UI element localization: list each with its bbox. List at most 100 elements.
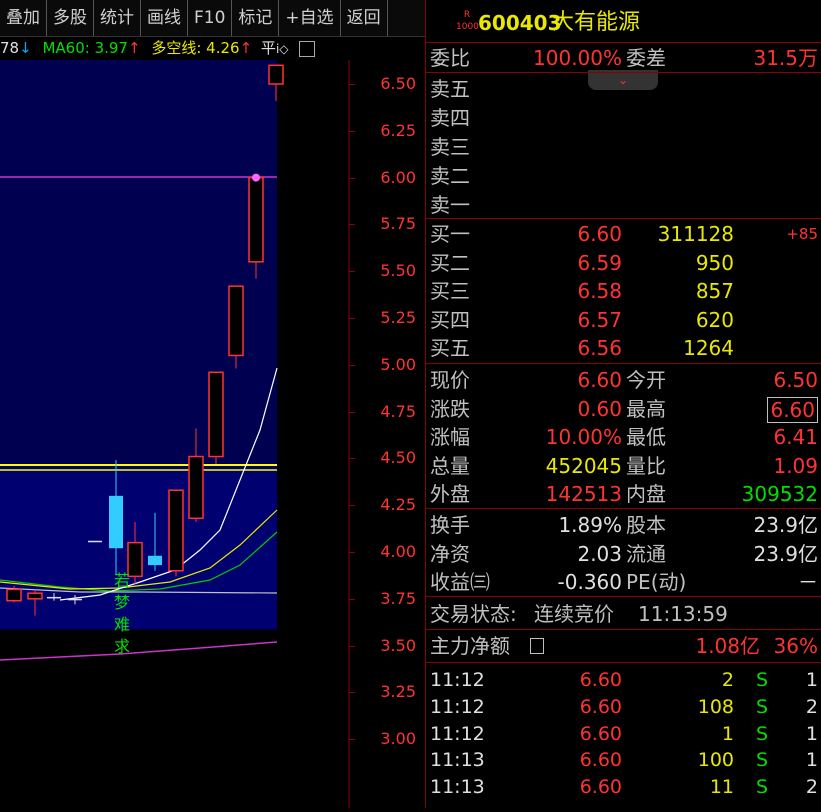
candle-body: [228, 285, 244, 357]
draw-line-button[interactable]: 画线: [141, 0, 188, 36]
price-tick-label: 5.25: [380, 308, 416, 327]
tick-price: 6.60: [579, 776, 622, 799]
price-tick-mark: [349, 84, 355, 85]
tick-price: 6.60: [579, 749, 622, 772]
price-tick-mark: [349, 692, 355, 694]
stock-name: 大有能源: [552, 10, 641, 35]
sell-level-label: 卖三: [430, 135, 470, 159]
multi-stock-button[interactable]: 多股: [47, 0, 94, 36]
tick-volume: 108: [697, 695, 734, 718]
quote-label: 内盘: [626, 482, 666, 507]
up-arrow-icon: ↑: [239, 39, 253, 57]
price-tick-label: 3.50: [380, 635, 416, 655]
fund-label: 收益㈢: [430, 570, 490, 595]
price-tick-label: 4.50: [380, 448, 416, 468]
buy-level-volume: 620: [695, 307, 734, 332]
buy-level-change: +85: [786, 225, 818, 243]
tick-side: S: [756, 669, 769, 691]
tick-count: 1: [805, 669, 818, 691]
buy-level-label: 买五: [430, 336, 470, 361]
high-marker: [252, 173, 260, 182]
annotation-text: 若 梦 难 求: [114, 571, 131, 656]
window-toggle-icon[interactable]: [299, 40, 316, 57]
price-tick-mark: [349, 224, 355, 226]
overlay-button[interactable]: 叠加: [0, 0, 47, 36]
candle-body: [47, 596, 61, 599]
buy-level-row: 买二 6.59 950: [426, 249, 821, 277]
kline-chart[interactable]: 6.50 6.25 6.00 5.75 5.50 5.25 5.00 4.75 4.50 4.25…: [0, 60, 425, 808]
rzrq-badge: R 1000: [456, 10, 479, 32]
buy-level-row: 买五 6.56 1264: [426, 334, 821, 362]
diamond-icon[interactable]: i◇: [276, 42, 289, 56]
buy-level-label: 买二: [430, 250, 470, 275]
trade-status-row: 交易状态: 连续竞价 11:13:59: [430, 602, 728, 626]
sell-level-row: 卖二: [426, 162, 821, 190]
fund-value: 1.89%: [558, 513, 622, 537]
price-tick-mark: [349, 552, 355, 553]
price-tick-mark: [349, 505, 355, 507]
price-tick-mark: [349, 458, 355, 460]
sell-level-label: 卖一: [430, 193, 470, 217]
price-tick-label: 6.50: [380, 74, 416, 93]
statistics-button[interactable]: 统计: [94, 0, 141, 36]
fund-label: 股本: [626, 513, 666, 537]
quote-label: 最低: [626, 425, 666, 450]
tick-count: 2: [805, 776, 818, 799]
price-tick-mark: [349, 271, 355, 273]
tick-time: 11:12: [430, 695, 485, 718]
quote-label: 总量: [430, 453, 470, 478]
tick-count: 1: [805, 749, 818, 772]
price-tick-mark: [349, 645, 355, 647]
ma-long-line: [0, 641, 278, 661]
price-tick-label: 5.75: [380, 214, 416, 234]
quote-label: 现价: [430, 368, 470, 392]
candle-body: [248, 176, 264, 263]
f10-button[interactable]: F10: [188, 0, 233, 36]
quote-panel: R 1000 600403 大有能源 委比 100.00% 委差 31.5万 ⌄…: [425, 0, 821, 808]
tick-row: 11:12 6.60 108 S 2: [426, 693, 821, 721]
fund-row: 收益㈢ -0.360 PE(动) －: [426, 568, 821, 596]
quote-row: 涨幅 10.00% 最低 6.41: [426, 423, 821, 451]
candle-body: [168, 489, 184, 572]
buy-level-label: 买四: [430, 307, 470, 332]
back-button[interactable]: 返回: [341, 0, 388, 36]
flat-label: 平: [260, 39, 276, 57]
tick-side: S: [756, 695, 769, 718]
mark-button[interactable]: 标记: [232, 0, 280, 36]
price-tick-label: 3.25: [380, 682, 416, 702]
buy-level-volume: 311128: [657, 222, 734, 246]
fund-value: －: [798, 570, 818, 595]
buy-level-price: 6.56: [577, 336, 622, 361]
sell-level-label: 卖四: [430, 106, 470, 130]
candle-body: [208, 371, 224, 458]
ratio-row: 委比 100.00% 委差 31.5万: [430, 46, 818, 70]
quote-label: 量比: [626, 453, 666, 478]
add-favorite-button[interactable]: +自选: [279, 0, 341, 36]
stock-header: R 1000 600403 大有能源: [426, 6, 821, 40]
fund-label: 换手: [430, 513, 470, 537]
quote-value: 1.09: [773, 453, 818, 478]
tick-side: S: [756, 776, 769, 799]
buy-level-row: 买四 6.57 620: [426, 306, 821, 334]
quote-label: 最高: [626, 396, 666, 421]
tick-volume: 2: [721, 669, 734, 691]
candle-body: [268, 64, 284, 85]
main-flow-row[interactable]: 主力净额 1.08亿 36%: [426, 632, 821, 660]
list-icon[interactable]: [530, 638, 544, 654]
price-tick-mark: [349, 411, 355, 413]
quote-value: 6.60: [767, 396, 818, 423]
sell-level-row: 卖一: [426, 191, 821, 219]
tick-volume: 1: [721, 722, 734, 745]
price-tick-label: 6.00: [380, 167, 416, 187]
wc-value: 31.5万: [753, 46, 818, 70]
fund-label: 流通: [626, 541, 666, 566]
fund-value: 2.03: [577, 541, 622, 566]
fund-label: 净资: [430, 541, 470, 566]
candle-body: [109, 495, 123, 549]
tick-count: 2: [805, 695, 818, 718]
tick-price: 6.60: [579, 722, 622, 745]
tick-count: 1: [805, 722, 818, 745]
dk-line-label: 多空线: 4.26: [151, 39, 240, 57]
tick-price: 6.60: [579, 669, 622, 691]
quote-label: 外盘: [430, 482, 470, 507]
